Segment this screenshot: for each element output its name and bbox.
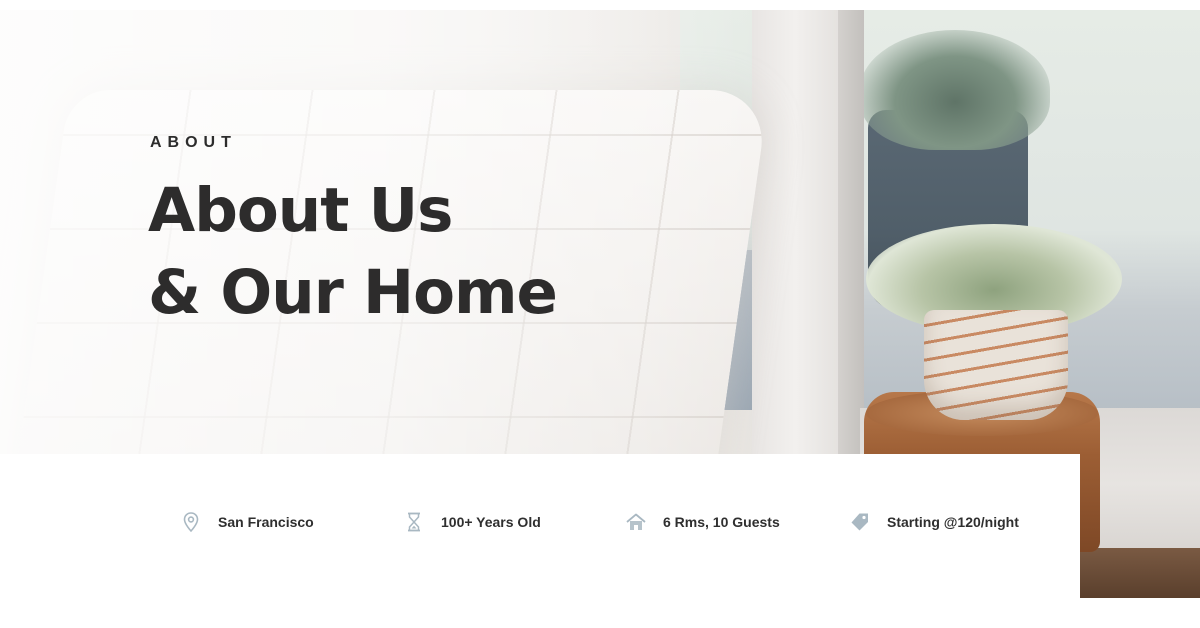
- floor: [1080, 548, 1200, 598]
- info-item-location: San Francisco: [180, 510, 314, 534]
- window-frame-shadow: [838, 10, 864, 470]
- page-title-line-1: About Us: [148, 175, 453, 246]
- info-item-label: Starting @120/night: [887, 514, 1019, 530]
- info-item-rooms: 6 Rms, 10 Guests: [625, 510, 780, 534]
- info-item-label: 6 Rms, 10 Guests: [663, 514, 780, 530]
- info-item-price: Starting @120/night: [849, 510, 1019, 534]
- blurred-succulent: [860, 30, 1050, 150]
- section-eyebrow: ABOUT: [150, 134, 237, 151]
- hourglass-icon: [403, 511, 425, 533]
- info-item-age: 100+ Years Old: [403, 510, 541, 534]
- house-icon: [625, 511, 647, 533]
- info-item-label: San Francisco: [218, 514, 314, 530]
- location-pin-icon: [180, 511, 202, 533]
- page-title-line-2: & Our Home: [148, 257, 558, 328]
- plant-pot: [924, 310, 1068, 420]
- price-tag-icon: [849, 511, 871, 533]
- page-title: About Us & Our Home: [148, 170, 558, 334]
- info-card: San Francisco 100+ Years Old 6 Rms, 10 G…: [0, 454, 1080, 598]
- info-item-label: 100+ Years Old: [441, 514, 541, 530]
